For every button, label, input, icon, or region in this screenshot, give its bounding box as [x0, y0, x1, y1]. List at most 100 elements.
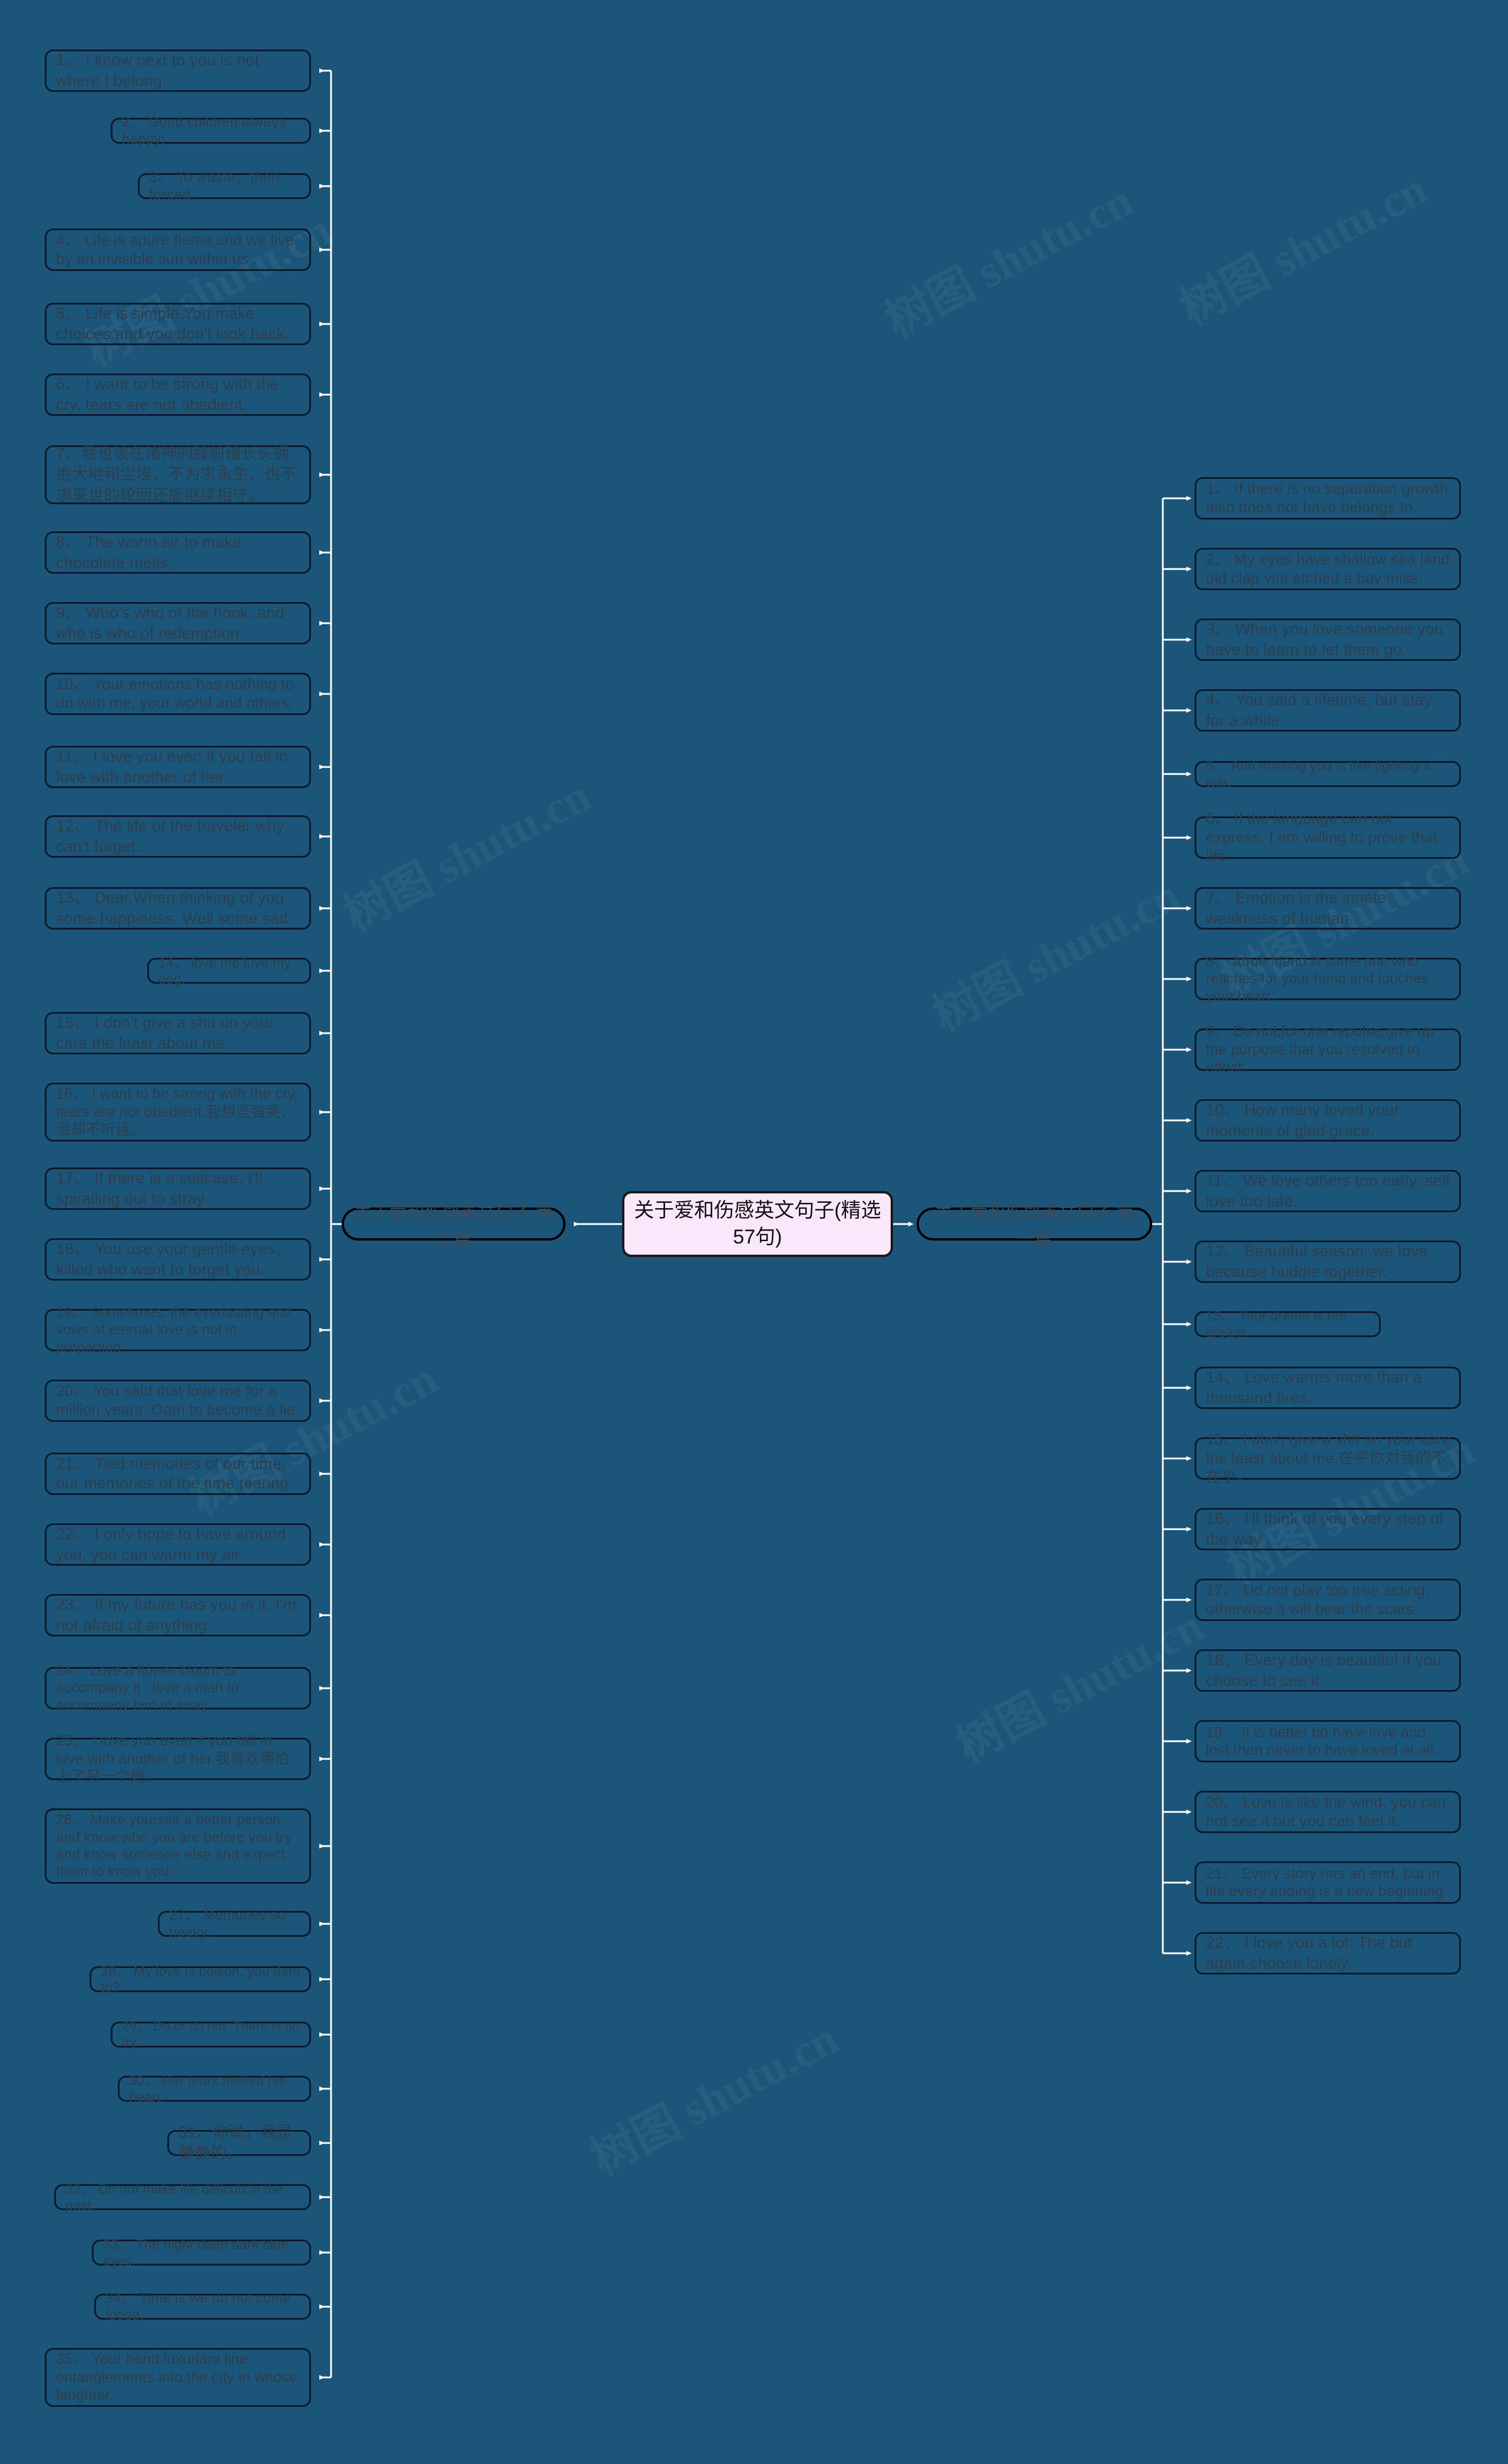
leaf-node[interactable]: 33、 The night deep dark blue eyes. [92, 2237, 311, 2268]
leaf-node[interactable]: 19、 Sometimes, the everlasting and vows … [45, 1305, 311, 1355]
leaf-node[interactable]: 6、 I want to be strong with the cry, tea… [45, 373, 311, 416]
leaf-node[interactable]: 7、 Emotion is the innate weakness of hum… [1195, 887, 1461, 930]
leaf-node[interactable]: 1、 If there is no separation growth also… [1195, 477, 1461, 520]
watermark-text: 树图 shutu.cn [948, 1599, 1212, 1772]
leaf-node-label: 27、 Memories so heavy. [169, 1907, 286, 1940]
leaf-node[interactable]: 9、 Who's who of the hook, and who is who… [45, 602, 311, 644]
leaf-node[interactable]: 26、 Make yourself a better person and kn… [45, 1808, 311, 1884]
leaf-node-label: 22、 I only hope to have around you, you … [56, 1524, 286, 1563]
leaf-node[interactable]: 4、 Life is apure flame,and we live by an… [45, 229, 311, 271]
leaf-node[interactable]: 3、 When you love someone you have to lea… [1195, 619, 1461, 661]
leaf-node[interactable]: 13、 Dear,When thinking of you some happi… [45, 887, 311, 930]
leaf-node[interactable]: 12、 The life of the traveler why can't f… [45, 815, 311, 858]
leaf-node[interactable]: 20、 Love is like the wind, you can not s… [1195, 1791, 1461, 1833]
leaf-node-label: 3、 To waste，then forced. [149, 168, 280, 204]
leaf-node[interactable]: 25、 I love you even if you fall in love … [45, 1732, 311, 1785]
leaf-node-label: 4、 Life is apure flame,and we live by an… [56, 231, 295, 267]
watermark-text: 树图 shutu.cn [1172, 162, 1436, 335]
leaf-node-label: 15、 I don't give a shit on your care the… [56, 1013, 275, 1052]
leaf-node[interactable]: 23、 If my future has you in it, I'm not … [45, 1594, 311, 1636]
leaf-node-label: 21、 Tied memories of our time, our memor… [56, 1455, 293, 1492]
leaf-node[interactable]: 16、 I'll think of you every step of the … [1195, 1508, 1461, 1550]
leaf-node[interactable]: 30、 Her tears melted his heart. [118, 2073, 311, 2105]
leaf-node[interactable]: 15、 I don't give a shit on your care the… [1195, 1430, 1461, 1486]
leaf-node[interactable]: 8、 Atrue friend is some one who reaches … [1195, 954, 1461, 1004]
leaf-node-label: 17、 Do not play too true acting, otherwi… [1206, 1581, 1430, 1618]
leaf-node[interactable]: 3、 To waste，then forced. [138, 169, 311, 203]
leaf-node[interactable]: 22、 I love you a lot. The but again choo… [1195, 1932, 1461, 1974]
leaf-node-label: 3、 When you love someone you have to lea… [1206, 620, 1444, 659]
leaf-node[interactable]: 16、 I want to be strong with the cry, te… [45, 1083, 311, 1142]
leaf-node[interactable]: 24、 Love a flower bloom to accompany it … [45, 1663, 311, 1714]
leaf-node[interactable]: 18、 Every day is beautiful if you choose… [1195, 1649, 1461, 1692]
leaf-node-label: 17、 If there is a suitcase, I'll spirall… [56, 1169, 263, 1208]
leaf-node-label: 12、 The life of the traveler why can't f… [56, 816, 285, 855]
leaf-node[interactable]: 10、 How many loved your moments of glad … [1195, 1099, 1461, 1142]
leaf-node[interactable]: 20、 You said that love me for a million … [45, 1380, 311, 1422]
leaf-node[interactable]: 9、 Do not,for one repulse,give up the pu… [1195, 1023, 1461, 1076]
leaf-node-label: 25、 I love you even if you fall in love … [56, 1732, 290, 1785]
leaf-node-label: 10、 Your emotions has nothing to do with… [56, 675, 295, 712]
leaf-node[interactable]: 13、 Your dream is not dream. [1195, 1308, 1381, 1340]
leaf-node-label: 33、 The night deep dark blue eyes. [103, 2236, 289, 2268]
leaf-node-label: 4、 You said a lifetime, but stay for a w… [1206, 690, 1432, 729]
leaf-node[interactable]: 22、 I only hope to have around you, you … [45, 1523, 311, 1566]
leaf-node[interactable]: 7、我也该在诸神的膝前磕长头拥抱大地和尘埃，不为求永生，也不求来世的轮回还能继续… [45, 445, 311, 504]
branch-node-right[interactable]: 关于爱和伤感英文句子 第一篇 [917, 1203, 1152, 1249]
leaf-node[interactable]: 4、 You said a lifetime, but stay for a w… [1195, 689, 1461, 732]
branch-label-left: 关于爱和伤感英文句子 第二篇 [353, 1203, 554, 1249]
branch-node-left[interactable]: 关于爱和伤感英文句子 第二篇 [342, 1203, 566, 1249]
leaf-node[interactable]: 12、 Beautiful season, we love because hu… [1195, 1241, 1461, 1283]
leaf-node[interactable]: 8、 The warm air to make chocolate melts … [45, 531, 311, 574]
leaf-node[interactable]: 15、 I don't give a shit on your care the… [45, 1012, 311, 1054]
leaf-node-label: 6、 I want to be strong with the cry, tea… [56, 375, 279, 414]
leaf-node-label: 30、 Her tears melted his heart. [129, 2072, 286, 2105]
leaf-node-label: 16、 I'll think of you every step of the … [1206, 1509, 1444, 1548]
leaf-node-label: 7、我也该在诸神的膝前磕长头拥抱大地和尘埃，不为求永生，也不求来世的轮回还能继续… [56, 445, 296, 504]
leaf-node-label: 14、 love me love my dog. [158, 954, 291, 987]
leaf-node[interactable]: 17、 If there is a suitcase, I'll spirall… [45, 1167, 311, 1210]
mindmap-canvas: 树图 shutu.cn 树图 shutu.cn 树图 shutu.cn 树图 shut… [0, 0, 1508, 2464]
leaf-node[interactable]: 14、 Love warms more than a thousand fire… [1195, 1367, 1461, 1409]
leaf-node[interactable]: 2、 My eyes have shallow sea land old cla… [1195, 548, 1461, 590]
leaf-node[interactable]: 5、 And missing you is like fighting a wa… [1195, 758, 1461, 790]
leaf-node-label: 19、 Sometimes, the everlasting and vows … [56, 1305, 292, 1355]
leaf-node[interactable]: 28、 My love is poison, you dare to? [90, 1963, 311, 1995]
leaf-node[interactable]: 6、 If the language can not express, I am… [1195, 809, 1461, 865]
leaf-node[interactable]: 19、 It is better bo have love and lost t… [1195, 1720, 1461, 1762]
leaf-node-label: 14、 Love warms more than a thousand fire… [1206, 1368, 1422, 1407]
leaf-node-label: 24、 Love a flower bloom to accompany it … [56, 1663, 240, 1714]
leaf-node-label: 18、 Every day is beautiful if you choose… [1206, 1651, 1441, 1689]
leaf-node-label: 11、 We love others too early, self love … [1206, 1171, 1450, 1210]
leaf-node[interactable]: 35、 Your hand luxuriant line entanglemen… [45, 2348, 311, 2407]
leaf-node[interactable]: 34、 Time is we do not come loose. [94, 2290, 311, 2323]
watermark-text: 树图 shutu.cn [924, 869, 1188, 1042]
leaf-node-label: 7、 Emotion is the innate weakness of hum… [1206, 888, 1387, 927]
leaf-node[interactable]: 21、 Tied memories of our time, our memor… [45, 1453, 311, 1495]
leaf-node-label: 21、 Every story has an end, but in life … [1206, 1865, 1448, 1900]
watermark-text: 树图 shutu.cn [877, 174, 1141, 347]
leaf-node[interactable]: 11、 I love you even if you fall in love … [45, 746, 311, 788]
leaf-node[interactable]: 21、 Every story has an end, but in life … [1195, 1861, 1461, 1904]
watermark-text: 树图 shutu.cn [182, 1352, 446, 1525]
leaf-node[interactable]: 5、 Life is simple.You make choices and y… [45, 303, 311, 345]
leaf-node[interactable]: 2、 Good children always happy! [111, 114, 311, 147]
leaf-node-label: 2、 Good children always happy! [122, 114, 286, 147]
leaf-node[interactable]: 18、 You use your gentle eyes, killed who… [45, 1238, 311, 1281]
watermark-text: 树图 shutu.cn [583, 2012, 846, 2185]
leaf-node[interactable]: 17、 Do not play too true acting, otherwi… [1195, 1579, 1461, 1621]
leaf-node[interactable]: 31、你说，我是静静的。 [167, 2124, 311, 2162]
leaf-node[interactable]: 14、 love me love my dog. [147, 955, 311, 987]
leaf-node[interactable]: 11、 We love others too early, self love … [1195, 1170, 1461, 1212]
leaf-node-label: 11、 I love you even if you fall in love … [56, 747, 288, 786]
leaf-node-label: 15、 I don't give a shit on your care the… [1206, 1430, 1451, 1486]
leaf-node[interactable]: 32、 Do not make life difficutt in the pa… [54, 2181, 311, 2213]
leaf-node[interactable]: 1、 I know next to you is not where I bel… [45, 49, 311, 92]
root-node[interactable]: 关于爱和伤感英文句子(精选57句) [622, 1191, 893, 1257]
leaf-node[interactable]: 29、 Do or do not. There is no try. [111, 2019, 311, 2049]
leaf-node-label: 16、 I want to be strong with the cry, te… [56, 1086, 299, 1139]
leaf-node[interactable]: 10、 Your emotions has nothing to do with… [45, 673, 311, 715]
leaf-node-label: 28、 My love is poison, you dare to? [101, 1963, 301, 1995]
leaf-node[interactable]: 27、 Memories so heavy. [158, 1907, 311, 1940]
leaf-node-label: 6、 If the language can not express, I am… [1206, 809, 1437, 865]
